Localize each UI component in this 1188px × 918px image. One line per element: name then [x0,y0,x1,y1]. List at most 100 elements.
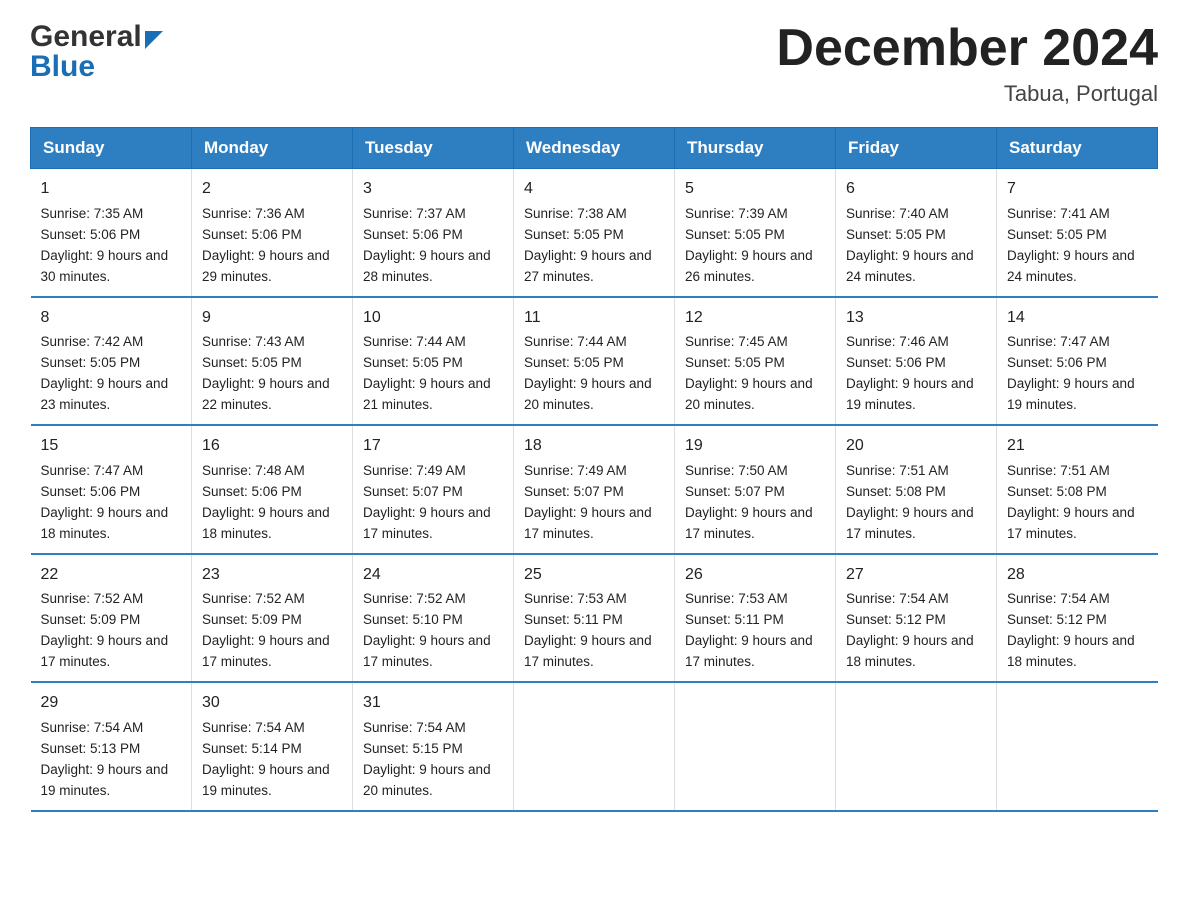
day-number: 12 [685,306,825,331]
day-number: 29 [41,691,182,716]
day-number: 4 [524,177,664,202]
sunrise-info: Sunrise: 7:47 AM [41,463,144,478]
header-tuesday: Tuesday [353,128,514,169]
sunrise-info: Sunrise: 7:54 AM [202,720,305,735]
sunrise-info: Sunrise: 7:53 AM [524,591,627,606]
calendar-cell: 21Sunrise: 7:51 AMSunset: 5:08 PMDayligh… [997,425,1158,553]
daylight-info: Daylight: 9 hours and 24 minutes. [1007,248,1135,284]
location: Tabua, Portugal [776,81,1158,107]
sunrise-info: Sunrise: 7:50 AM [685,463,788,478]
day-number: 24 [363,563,503,588]
daylight-info: Daylight: 9 hours and 17 minutes. [1007,505,1135,541]
daylight-info: Daylight: 9 hours and 20 minutes. [524,376,652,412]
day-number: 13 [846,306,986,331]
header-monday: Monday [192,128,353,169]
daylight-info: Daylight: 9 hours and 23 minutes. [41,376,169,412]
sunset-info: Sunset: 5:06 PM [41,484,141,499]
calendar-cell [514,682,675,810]
calendar-cell: 3Sunrise: 7:37 AMSunset: 5:06 PMDaylight… [353,169,514,297]
calendar-cell: 28Sunrise: 7:54 AMSunset: 5:12 PMDayligh… [997,554,1158,682]
daylight-info: Daylight: 9 hours and 17 minutes. [41,633,169,669]
sunset-info: Sunset: 5:09 PM [202,612,302,627]
sunrise-info: Sunrise: 7:51 AM [846,463,949,478]
sunrise-info: Sunrise: 7:52 AM [363,591,466,606]
day-number: 8 [41,306,182,331]
sunset-info: Sunset: 5:12 PM [846,612,946,627]
daylight-info: Daylight: 9 hours and 17 minutes. [685,633,813,669]
calendar-cell: 1Sunrise: 7:35 AMSunset: 5:06 PMDaylight… [31,169,192,297]
logo-general-text: General [30,20,142,54]
daylight-info: Daylight: 9 hours and 29 minutes. [202,248,330,284]
calendar-cell: 8Sunrise: 7:42 AMSunset: 5:05 PMDaylight… [31,297,192,425]
sunrise-info: Sunrise: 7:43 AM [202,334,305,349]
calendar-cell: 27Sunrise: 7:54 AMSunset: 5:12 PMDayligh… [836,554,997,682]
sunset-info: Sunset: 5:06 PM [1007,355,1107,370]
day-number: 22 [41,563,182,588]
sunrise-info: Sunrise: 7:52 AM [41,591,144,606]
sunrise-info: Sunrise: 7:54 AM [846,591,949,606]
sunrise-info: Sunrise: 7:54 AM [363,720,466,735]
sunset-info: Sunset: 5:06 PM [363,227,463,242]
day-number: 6 [846,177,986,202]
day-number: 20 [846,434,986,459]
sunset-info: Sunset: 5:05 PM [1007,227,1107,242]
daylight-info: Daylight: 9 hours and 18 minutes. [41,505,169,541]
day-number: 19 [685,434,825,459]
sunrise-info: Sunrise: 7:54 AM [41,720,144,735]
day-number: 25 [524,563,664,588]
daylight-info: Daylight: 9 hours and 17 minutes. [846,505,974,541]
calendar-cell: 31Sunrise: 7:54 AMSunset: 5:15 PMDayligh… [353,682,514,810]
calendar-cell: 15Sunrise: 7:47 AMSunset: 5:06 PMDayligh… [31,425,192,553]
sunset-info: Sunset: 5:13 PM [41,741,141,756]
sunrise-info: Sunrise: 7:48 AM [202,463,305,478]
day-number: 14 [1007,306,1148,331]
header-thursday: Thursday [675,128,836,169]
sunset-info: Sunset: 5:14 PM [202,741,302,756]
calendar-week-5: 29 Sunrise: 7:54 AM Sunset: 5:13 PM Dayligh… [31,682,1158,810]
calendar-cell: 5Sunrise: 7:39 AMSunset: 5:05 PMDaylight… [675,169,836,297]
logo-arrow-icon [145,31,163,49]
calendar-cell: 29Sunrise: 7:54 AMSunset: 5:13 PMDayligh… [31,682,192,810]
sunset-info: Sunset: 5:08 PM [1007,484,1107,499]
calendar-week-3: 15Sunrise: 7:47 AMSunset: 5:06 PMDayligh… [31,425,1158,553]
daylight-info: Daylight: 9 hours and 21 minutes. [363,376,491,412]
calendar-cell: 13Sunrise: 7:46 AMSunset: 5:06 PMDayligh… [836,297,997,425]
daylight-info: Daylight: 9 hours and 17 minutes. [363,505,491,541]
month-title: December 2024 [776,20,1158,77]
day-number: 5 [685,177,825,202]
sunset-info: Sunset: 5:05 PM [524,227,624,242]
daylight-info: Daylight: 9 hours and 18 minutes. [202,505,330,541]
calendar-cell: 25 Sunrise: 7:53 AM Sunset: 5:11 PM Dayligh… [514,554,675,682]
sunset-info: Sunset: 5:15 PM [363,741,463,756]
sunset-info: Sunset: 5:11 PM [524,612,623,627]
header-sunday: Sunday [31,128,192,169]
calendar-cell: 11Sunrise: 7:44 AMSunset: 5:05 PMDayligh… [514,297,675,425]
daylight-info: Daylight: 9 hours and 17 minutes. [524,633,652,669]
sunrise-info: Sunrise: 7:49 AM [524,463,627,478]
day-number: 28 [1007,563,1148,588]
daylight-info: Daylight: 9 hours and 17 minutes. [202,633,330,669]
sunset-info: Sunset: 5:09 PM [41,612,141,627]
calendar-cell: 20Sunrise: 7:51 AMSunset: 5:08 PMDayligh… [836,425,997,553]
calendar-table: Sunday Monday Tuesday Wednesday Thursday… [30,127,1158,811]
logo: General Blue [30,20,163,84]
day-number: 23 [202,563,342,588]
calendar-cell: 16Sunrise: 7:48 AMSunset: 5:06 PMDayligh… [192,425,353,553]
daylight-info: Daylight: 9 hours and 26 minutes. [685,248,813,284]
calendar-cell: 7Sunrise: 7:41 AMSunset: 5:05 PMDaylight… [997,169,1158,297]
header-friday: Friday [836,128,997,169]
sunset-info: Sunset: 5:07 PM [524,484,624,499]
sunset-info: Sunset: 5:05 PM [202,355,302,370]
daylight-info: Daylight: 9 hours and 24 minutes. [846,248,974,284]
sunset-info: Sunset: 5:05 PM [685,227,785,242]
day-number: 3 [363,177,503,202]
daylight-info: Daylight: 9 hours and 30 minutes. [41,248,169,284]
daylight-info: Daylight: 9 hours and 20 minutes. [363,762,491,798]
sunrise-info: Sunrise: 7:47 AM [1007,334,1110,349]
sunrise-info: Sunrise: 7:42 AM [41,334,144,349]
sunset-info: Sunset: 5:06 PM [846,355,946,370]
header-wednesday: Wednesday [514,128,675,169]
sunrise-info: Sunrise: 7:41 AM [1007,206,1110,221]
sunset-info: Sunset: 5:05 PM [846,227,946,242]
sunrise-info: Sunrise: 7:37 AM [363,206,466,221]
